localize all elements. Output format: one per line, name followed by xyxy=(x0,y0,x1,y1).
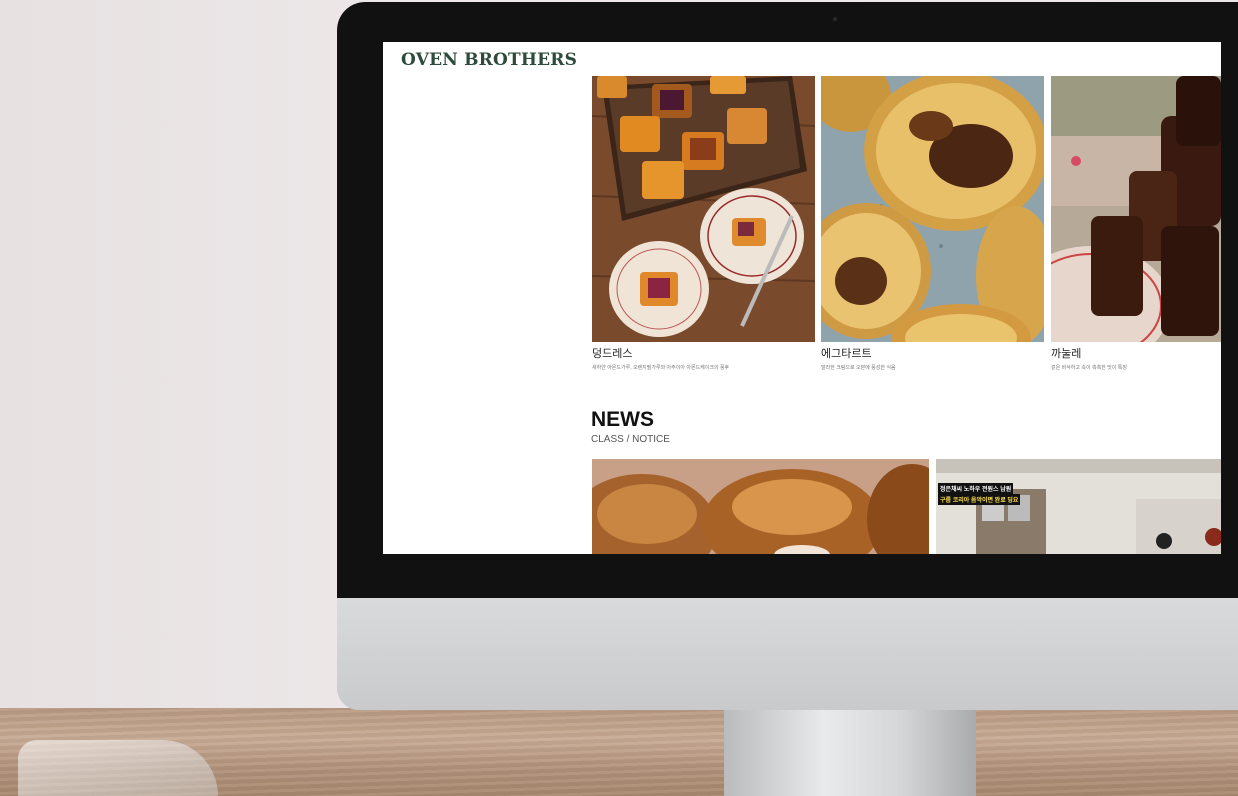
product-description: 겉은 바삭하고 속이 촉촉한 맛이 특징 xyxy=(1051,365,1127,371)
news-card-image[interactable] xyxy=(592,459,929,554)
monitor-chin xyxy=(337,598,1238,710)
product-card-image[interactable] xyxy=(592,76,815,342)
website-screen: OVEN BROTHERS 덩드레스 새하얀 아몬드가루, 오렌지필가루와 아주… xyxy=(383,42,1221,554)
product-title[interactable]: 에그타르트 xyxy=(821,345,872,361)
news-broadcast-caption: 구름 코리아 음악이면 완료 딩요 xyxy=(938,494,1021,505)
product-card-image[interactable] xyxy=(1051,76,1221,342)
site-logo[interactable]: OVEN BROTHERS xyxy=(401,50,577,70)
canele-photo xyxy=(1051,76,1221,342)
news-broadcast-caption: 정은채씨 노하우 전원스 남원 xyxy=(938,483,1014,494)
product-description: 새하얀 아몬드가루, 오렌지필가루와 아주이아 아몬드케이크의 풍후 xyxy=(592,365,730,371)
pastry-tray-photo xyxy=(592,76,815,342)
news-subheading: CLASS / NOTICE xyxy=(591,434,670,445)
glass-object xyxy=(18,740,218,796)
egg-tart-photo xyxy=(821,76,1044,342)
bread-photo xyxy=(592,459,929,554)
news-card-image[interactable]: 정은채씨 노하우 전원스 남원 구름 코리아 음악이면 완료 딩요 xyxy=(936,459,1221,554)
camera-icon xyxy=(833,17,837,21)
monitor-stand xyxy=(724,700,976,796)
product-card-image[interactable] xyxy=(821,76,1044,342)
tv-broadcast-photo xyxy=(936,459,1221,554)
news-heading: NEWS xyxy=(591,408,654,431)
product-title[interactable]: 까눌레 xyxy=(1051,345,1081,361)
product-title[interactable]: 덩드레스 xyxy=(592,345,632,361)
product-description: 말라한 크림으로 오븐에 풍성한 식음 xyxy=(821,365,896,371)
